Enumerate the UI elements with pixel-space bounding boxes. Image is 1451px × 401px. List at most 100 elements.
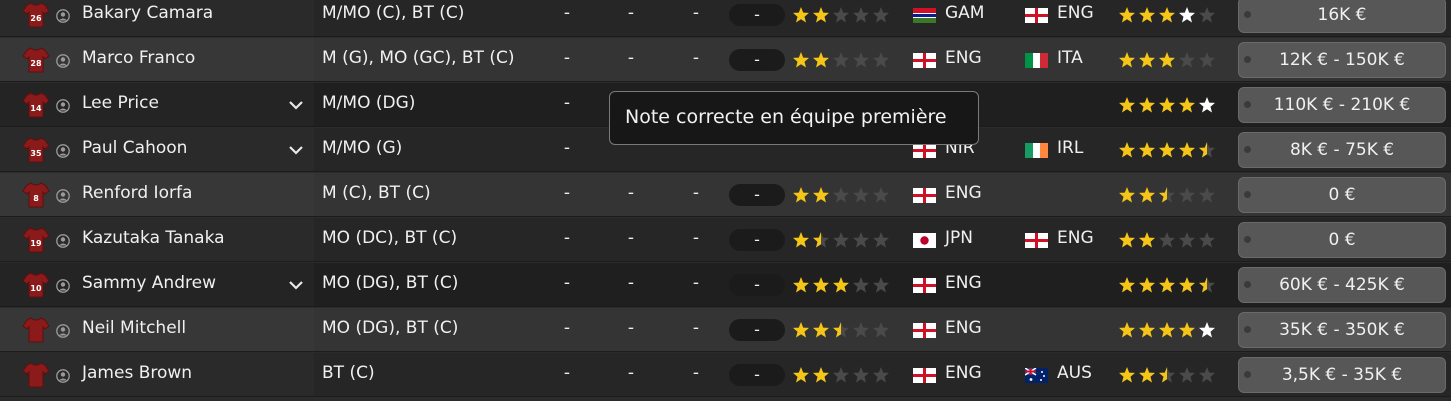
england-flag-icon	[913, 278, 936, 293]
star-empty-icon	[1199, 232, 1215, 248]
second-nationality-flag	[1025, 233, 1048, 248]
nationality-flag	[913, 368, 936, 383]
table-row[interactable]: Neil Mitchell MO (DG), BT (C) - - - - ENG 35K €…	[0, 308, 1451, 352]
stat1-value: -	[563, 228, 571, 248]
transfer-value-button[interactable]: 0 €	[1238, 177, 1446, 213]
potential-ability-stars	[1118, 321, 1216, 339]
star-icon	[1159, 322, 1175, 338]
stat3-value: -	[692, 318, 700, 338]
player-position: M/MO (DG)	[322, 93, 416, 113]
transfer-value: 8K € - 75K €	[1289, 140, 1395, 160]
table-row[interactable]: James Brown BT (C) - - - - ENG AUS 3,5K € - 35K …	[0, 353, 1451, 397]
player-name[interactable]: Kazutaka Tanaka	[82, 228, 225, 248]
shirt-number: 28	[30, 59, 42, 68]
player-name[interactable]: Renford Iorfa	[82, 183, 192, 203]
potential-ability-stars	[1118, 366, 1216, 384]
nationality-flag	[913, 278, 936, 293]
nationality: ENG	[945, 48, 982, 68]
star-icon	[1199, 97, 1215, 113]
shirt-icon: 28	[22, 47, 50, 73]
table-row[interactable]: 26 Bakary Camara M/MO (C), BT (C) - - - - GAM EN…	[0, 0, 1451, 37]
transfer-value-button[interactable]: 16K €	[1238, 0, 1446, 33]
table-row[interactable]: 19 Kazutaka Tanaka MO (DC), BT (C) - - - - JPN E…	[0, 218, 1451, 262]
stat2-value: -	[627, 3, 635, 23]
star-empty-icon	[873, 52, 889, 68]
nationality-flag	[913, 143, 936, 158]
table-row[interactable]: 10 Sammy Andrew MO (DG), BT (C) - - - - ENG 60K …	[0, 263, 1451, 307]
chevron-down-icon[interactable]	[287, 277, 305, 293]
nationality-flag	[913, 53, 936, 68]
chevron-down-icon[interactable]	[287, 97, 305, 113]
nationality-flag	[913, 8, 936, 23]
star-empty-icon	[873, 322, 889, 338]
northern-ireland-flag-icon	[913, 143, 936, 158]
current-ability-stars	[792, 366, 890, 384]
current-ability-stars	[792, 231, 890, 249]
table-row[interactable]: 8 Renford Iorfa M (C), BT (C) - - - - ENG 0 €	[0, 173, 1451, 217]
player-name[interactable]: Sammy Andrew	[82, 273, 216, 293]
shirt-icon: 10	[22, 272, 50, 298]
second-nationality: ITA	[1057, 48, 1083, 68]
stat3-value: -	[692, 3, 700, 23]
transfer-value: 12K € - 150K €	[1279, 50, 1405, 70]
player-name[interactable]: Lee Price	[82, 93, 159, 113]
nationality-flag	[913, 323, 936, 338]
star-half-icon	[833, 322, 849, 338]
second-nationality-flag	[1025, 8, 1048, 23]
shirt-number: 35	[30, 149, 42, 158]
transfer-value-button[interactable]: 60K € - 425K €	[1238, 267, 1446, 303]
transfer-value-button[interactable]: 3,5K € - 35K €	[1238, 357, 1446, 393]
star-icon	[1199, 322, 1215, 338]
nationality: JPN	[945, 228, 973, 248]
transfer-value: 0 €	[1328, 185, 1356, 205]
player-position: MO (DC), BT (C)	[322, 228, 458, 248]
stat2-value: -	[627, 363, 635, 383]
stat1-value: -	[563, 93, 571, 113]
star-empty-icon	[853, 277, 869, 293]
player-name[interactable]: Neil Mitchell	[82, 318, 186, 338]
transfer-value-button[interactable]: 8K € - 75K €	[1238, 132, 1446, 168]
player-name[interactable]: Bakary Camara	[82, 3, 213, 23]
transfer-value: 60K € - 425K €	[1279, 275, 1405, 295]
person-icon	[56, 53, 70, 68]
shirt-icon: 8	[22, 182, 50, 208]
star-empty-icon	[833, 367, 849, 383]
player-position: M/MO (C), BT (C)	[322, 3, 465, 23]
england-flag-icon	[913, 368, 936, 383]
player-name[interactable]: James Brown	[82, 363, 192, 383]
star-icon	[1139, 322, 1155, 338]
shirt-icon: 35	[22, 137, 50, 163]
gambia-flag-icon	[913, 8, 936, 23]
player-name[interactable]: Paul Cahoon	[82, 138, 187, 158]
england-flag-icon	[913, 53, 936, 68]
transfer-value-button[interactable]: 35K € - 350K €	[1238, 312, 1446, 348]
player-position: M (G), MO (GC), BT (C)	[322, 48, 515, 68]
tooltip-text: Note correcte en équipe première	[625, 106, 947, 128]
star-icon	[1119, 7, 1135, 23]
star-empty-icon	[1179, 187, 1195, 203]
star-empty-icon	[833, 232, 849, 248]
table-row[interactable]: 28 Marco Franco M (G), MO (GC), BT (C) - - - -…	[0, 38, 1451, 82]
transfer-value-button[interactable]: 12K € - 150K €	[1238, 42, 1446, 78]
potential-ability-stars	[1118, 6, 1216, 24]
rating-pill: -	[729, 274, 785, 296]
player-name[interactable]: Marco Franco	[82, 48, 195, 68]
stat1-value: -	[563, 318, 571, 338]
squad-table: 26 Bakary Camara M/MO (C), BT (C) - - - - GAM EN…	[0, 0, 1451, 401]
shirt-number: 19	[30, 239, 42, 248]
potential-ability-stars	[1118, 276, 1216, 294]
person-icon	[56, 233, 70, 248]
england-flag-icon	[913, 188, 936, 203]
star-empty-icon	[833, 52, 849, 68]
chevron-down-icon[interactable]	[287, 142, 305, 158]
transfer-value: 110K € - 210K €	[1273, 95, 1411, 115]
star-icon	[1179, 277, 1195, 293]
transfer-value-button[interactable]: 0 €	[1238, 222, 1446, 258]
star-icon	[1139, 97, 1155, 113]
stat3-value: -	[692, 183, 700, 203]
current-ability-stars	[792, 51, 890, 69]
star-icon	[813, 322, 829, 338]
rating-pill: -	[729, 4, 785, 26]
transfer-value-button[interactable]: 110K € - 210K €	[1238, 87, 1446, 123]
star-empty-icon	[873, 187, 889, 203]
